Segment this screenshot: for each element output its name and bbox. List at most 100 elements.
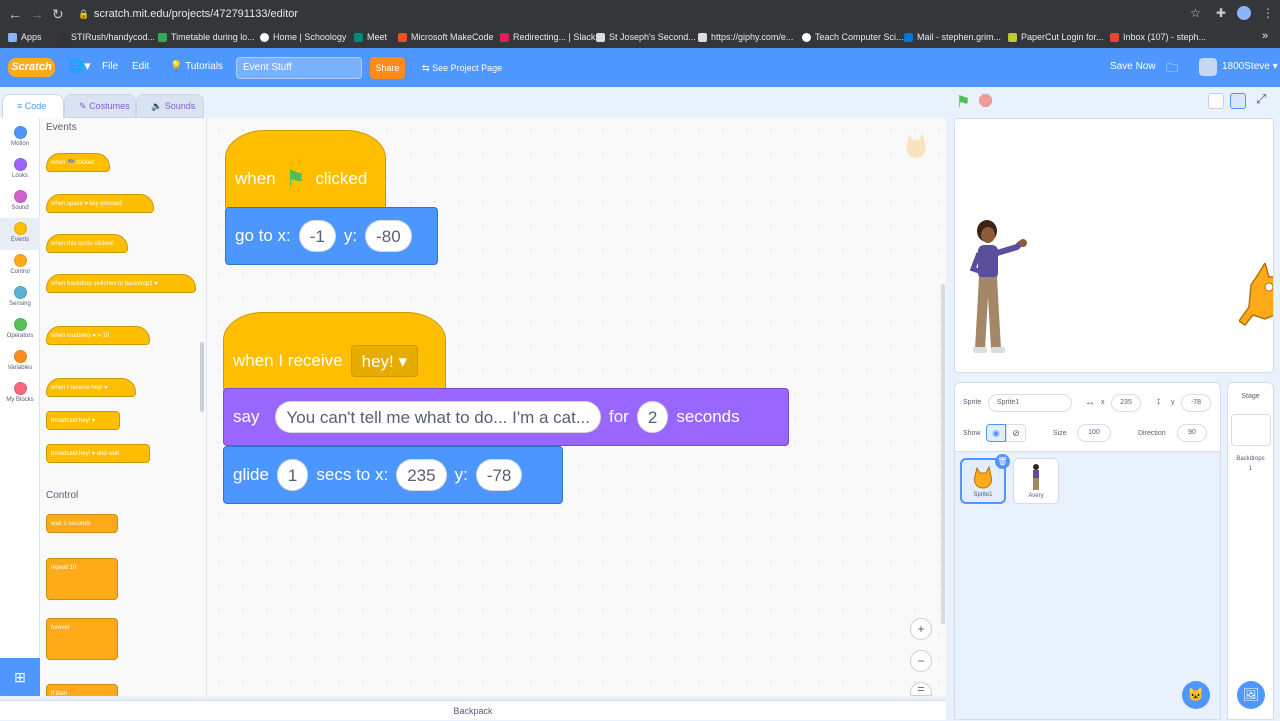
stage-canvas[interactable]	[954, 118, 1274, 373]
backpack-bar[interactable]: Backpack	[0, 700, 946, 720]
tab-code[interactable]: ≡ Code	[2, 94, 64, 118]
palette-block-wait[interactable]: wait 1 seconds	[46, 514, 118, 533]
bookmark-item[interactable]: Home | Schoology	[260, 32, 346, 42]
palette-block-repeat[interactable]: repeat 10	[46, 558, 118, 600]
palette-block-when-i-receive[interactable]: when I receive hey! ▾	[46, 378, 136, 397]
say-secs-input[interactable]: 2	[636, 401, 669, 433]
tutorials-button[interactable]: 💡 Tutorials	[170, 61, 223, 72]
glide-x-input[interactable]: 235	[396, 459, 447, 491]
bookmark-item[interactable]: St Joseph's Second...	[596, 32, 696, 42]
choose-backdrop-button[interactable]: 🖼	[1237, 681, 1265, 709]
bookmark-item[interactable]: Inbox (107) - steph...	[1110, 32, 1206, 42]
category-events[interactable]: Events	[0, 218, 40, 250]
bookmark-apps[interactable]: Apps	[8, 32, 42, 42]
back-icon[interactable]: ←	[8, 6, 22, 22]
edit-menu[interactable]: Edit	[132, 61, 149, 72]
username-menu[interactable]: 1800Steve ▾	[1222, 61, 1278, 72]
fullscreen-icon[interactable]: ⤢	[1256, 91, 1266, 107]
message-dropdown[interactable]: hey! ▾	[350, 345, 419, 377]
palette-block-if-then[interactable]: if then	[46, 684, 118, 696]
zoom-out-icon[interactable]: −	[910, 650, 932, 672]
profile-avatar[interactable]	[1237, 6, 1251, 20]
palette-block-forever[interactable]: forever	[46, 618, 118, 660]
cat-sprite[interactable]	[1239, 263, 1274, 343]
palette-block-when-loudness[interactable]: when loudness ▾ > 10	[46, 326, 150, 345]
user-avatar[interactable]	[1199, 58, 1217, 76]
folder-icon[interactable]: 🗀	[1166, 59, 1178, 80]
tab-costumes[interactable]: ✎ Costumes	[64, 94, 136, 118]
category-control[interactable]: Control	[0, 250, 40, 282]
see-project-page-button[interactable]: ⇆ See Project Page	[416, 57, 512, 79]
slack-icon	[500, 32, 509, 42]
bookmark-item[interactable]: Meet	[354, 32, 387, 42]
bookmark-item[interactable]: Timetable during lo...	[158, 32, 255, 42]
language-icon[interactable]: 🌐▾	[68, 58, 91, 74]
share-button[interactable]: Share	[370, 57, 405, 79]
sprite-name-input[interactable]: Sprite1	[988, 394, 1072, 412]
scratch-logo[interactable]: Scratch	[8, 58, 55, 77]
glide-y-input[interactable]: -78	[475, 459, 523, 491]
block-when-flag-clicked[interactable]: when ⚑ clicked	[225, 130, 386, 210]
project-title-input[interactable]: Event Stuff	[236, 57, 362, 79]
category-my-blocks[interactable]: My Blocks	[0, 378, 40, 410]
palette-block-when-key-pressed[interactable]: when space ▾ key pressed	[46, 194, 154, 213]
reload-icon[interactable]: ↻	[52, 6, 64, 23]
star-icon[interactable]: ☆	[1190, 6, 1201, 20]
category-operators[interactable]: Operators	[0, 314, 40, 346]
extensions-icon[interactable]: ✚	[1216, 6, 1226, 20]
workspace-scrollbar[interactable]	[941, 284, 945, 624]
palette-block-when-sprite-clicked[interactable]: when this sprite clicked	[46, 234, 128, 253]
bookmark-item[interactable]: Teach Computer Sci...	[802, 32, 904, 42]
save-now-button[interactable]: Save Now	[1110, 61, 1156, 72]
palette-block-when-flag-clicked[interactable]: when 🏁 clicked	[46, 153, 110, 172]
stage-selector[interactable]: Stage Backdrops 1	[1227, 382, 1274, 720]
y-position-input[interactable]: -78	[1181, 394, 1211, 412]
zoom-in-icon[interactable]: +	[910, 618, 932, 640]
file-menu[interactable]: File	[102, 61, 118, 72]
show-visible-icon[interactable]: ◉	[986, 424, 1006, 442]
palette-block-when-backdrop-switches[interactable]: when backdrop switches to backdrop1 ▾	[46, 274, 196, 293]
code-workspace[interactable]: when ⚑ clicked go to x: -1 y: -80 when I…	[207, 118, 946, 696]
size-input[interactable]: 100	[1077, 424, 1111, 442]
bookmark-item[interactable]: STIRush/handycod...	[58, 32, 155, 42]
add-extension-button[interactable]: ⊞	[0, 658, 40, 696]
palette-block-broadcast[interactable]: broadcast hey! ▾	[46, 411, 120, 430]
bookmark-item[interactable]: Mail - stephen.grim...	[904, 32, 1001, 42]
address-bar[interactable]: 🔒 scratch.mit.edu/projects/472791133/edi…	[74, 4, 1204, 24]
bookmark-item[interactable]: Microsoft MakeCode	[398, 32, 494, 42]
goto-y-input[interactable]: -80	[365, 220, 412, 252]
glide-secs-input[interactable]: 1	[276, 459, 309, 491]
goto-x-input[interactable]: -1	[298, 220, 336, 252]
bookmark-item[interactable]: PaperCut Login for...	[1008, 32, 1104, 42]
direction-input[interactable]: 90	[1177, 424, 1207, 442]
green-flag-icon[interactable]: ⚑	[956, 92, 970, 112]
palette-block-broadcast-and-wait[interactable]: broadcast hey! ▾ and wait	[46, 444, 150, 463]
large-stage-icon[interactable]	[1230, 93, 1246, 109]
category-motion[interactable]: Motion	[0, 122, 40, 154]
forward-icon[interactable]: →	[30, 6, 44, 22]
category-variables[interactable]: Variables	[0, 346, 40, 378]
block-say-for-secs[interactable]: say You can't tell me what to do... I'm …	[223, 388, 789, 446]
block-glide-to-xy[interactable]: glide 1 secs to x: 235 y: -78	[223, 446, 563, 504]
small-stage-icon[interactable]	[1208, 93, 1224, 109]
delete-sprite-icon[interactable]: 🗑	[995, 454, 1010, 469]
category-sound[interactable]: Sound	[0, 186, 40, 218]
category-sensing[interactable]: Sensing	[0, 282, 40, 314]
bookmark-item[interactable]: Redirecting... | Slack	[500, 32, 595, 42]
tab-sounds[interactable]: 🔈 Sounds	[136, 94, 204, 118]
avery-sprite[interactable]	[965, 217, 1035, 357]
bookmark-item[interactable]: https://giphy.com/e...	[698, 32, 793, 42]
choose-sprite-button[interactable]: 🐱	[1182, 681, 1210, 709]
x-position-input[interactable]: 235	[1111, 394, 1141, 412]
block-go-to-xy[interactable]: go to x: -1 y: -80	[225, 207, 438, 265]
sprite-thumb-sprite1[interactable]: Sprite1 🗑	[960, 454, 1010, 504]
sprite-thumb-avery[interactable]: Avery	[1013, 458, 1059, 504]
more-bookmarks-icon[interactable]: »	[1262, 30, 1268, 42]
category-looks[interactable]: Looks	[0, 154, 40, 186]
block-when-i-receive[interactable]: when I receive hey! ▾	[223, 312, 446, 392]
palette-scrollbar[interactable]	[200, 342, 204, 412]
hide-icon[interactable]: ⊘	[1006, 424, 1026, 442]
menu-icon[interactable]: ⋮	[1262, 6, 1274, 20]
say-text-input[interactable]: You can't tell me what to do... I'm a ca…	[275, 401, 601, 433]
stop-icon[interactable]	[979, 94, 992, 107]
